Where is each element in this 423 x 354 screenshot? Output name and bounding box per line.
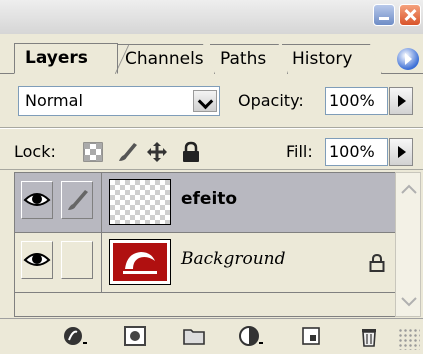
panel-menu-arrow-icon[interactable] <box>397 48 419 70</box>
logo-icon <box>123 252 157 274</box>
layer-row-efeito[interactable]: efeito <box>15 173 396 233</box>
adjustment-layer-icon[interactable] <box>238 325 264 347</box>
fill-slider-arrow-icon[interactable] <box>389 138 413 166</box>
tab-layers[interactable]: Layers <box>14 43 129 74</box>
close-icon[interactable] <box>399 4 421 26</box>
lock-image-icon[interactable] <box>116 141 138 163</box>
tab-history[interactable]: History <box>282 44 382 74</box>
fill-field[interactable]: 100% <box>325 138 388 166</box>
layers-list: efeito Background <box>14 172 396 317</box>
scroll-down-icon[interactable] <box>400 296 418 308</box>
eye-icon <box>23 193 51 206</box>
blend-mode-value: Normal <box>25 91 83 110</box>
divider <box>0 128 423 129</box>
fill-label: Fill: <box>286 142 313 161</box>
layer-thumbnail <box>109 239 171 285</box>
scroll-up-icon[interactable] <box>400 183 418 195</box>
eye-icon <box>23 253 51 266</box>
layer-name[interactable]: Background <box>181 249 285 269</box>
divider <box>0 169 423 170</box>
blend-mode-select[interactable]: Normal <box>18 86 220 116</box>
lock-position-icon[interactable] <box>146 141 168 163</box>
lock-transparency-icon[interactable] <box>82 141 104 163</box>
layer-link-cell[interactable] <box>61 181 93 219</box>
chevron-down-icon[interactable] <box>193 90 217 112</box>
tab-channels[interactable]: Channels <box>115 44 215 74</box>
layer-thumbnail <box>109 179 171 225</box>
new-layer-icon[interactable] <box>298 325 324 347</box>
palette-titlebar <box>0 0 423 34</box>
opacity-slider-arrow-icon[interactable] <box>389 87 413 115</box>
column-divider <box>101 173 102 293</box>
opacity-label: Opacity: <box>238 91 304 110</box>
opacity-field[interactable]: 100% <box>325 87 388 115</box>
new-group-icon[interactable] <box>181 325 207 347</box>
layer-link-cell[interactable] <box>61 241 93 279</box>
trash-icon[interactable] <box>356 325 382 347</box>
lock-all-icon[interactable] <box>180 141 202 163</box>
tab-paths[interactable]: Paths <box>210 44 288 74</box>
lock-icon <box>369 253 385 272</box>
brush-icon <box>68 190 88 210</box>
layer-style-icon[interactable] <box>62 325 88 347</box>
layer-name[interactable]: efeito <box>181 189 237 209</box>
visibility-toggle[interactable] <box>21 181 53 219</box>
layer-mask-icon[interactable] <box>122 325 148 347</box>
layers-scrollbar[interactable] <box>395 172 421 317</box>
minimize-icon[interactable] <box>373 4 395 26</box>
resize-grip[interactable] <box>398 328 420 350</box>
visibility-toggle[interactable] <box>21 241 53 279</box>
lock-label: Lock: <box>14 142 56 161</box>
layer-row-background[interactable]: Background <box>15 233 396 293</box>
